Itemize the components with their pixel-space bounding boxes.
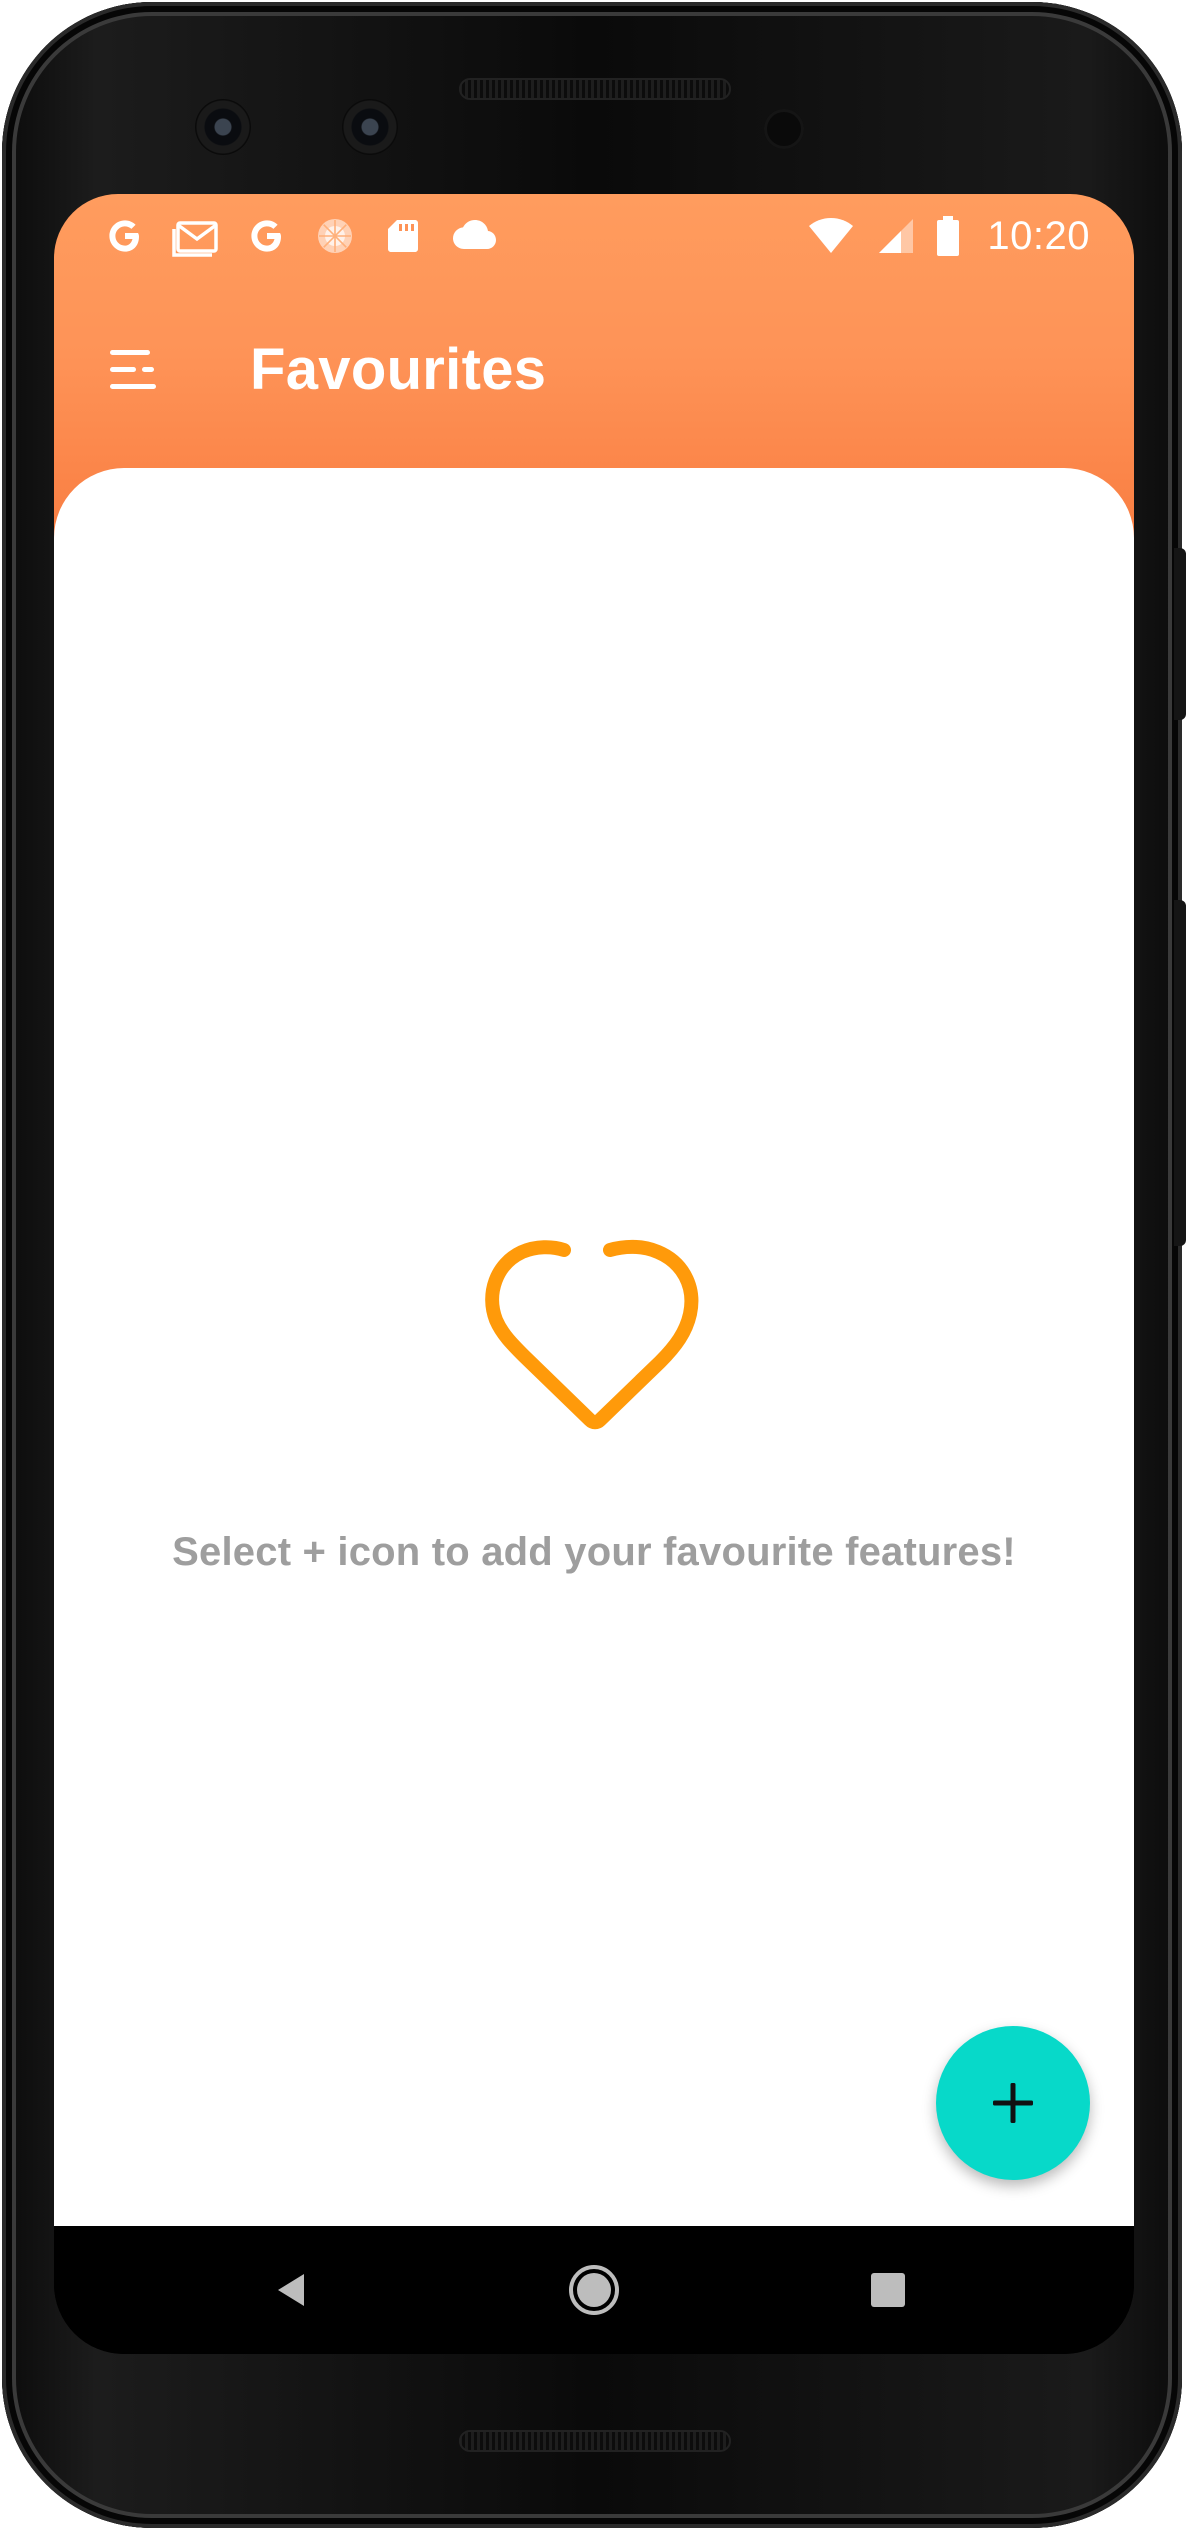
plus-icon	[993, 2083, 1033, 2123]
cell-signal-icon	[879, 219, 914, 253]
home-button[interactable]	[554, 2250, 634, 2330]
google-icon	[251, 220, 281, 252]
page-title: Favourites	[250, 337, 547, 402]
system-navigation-bar	[54, 2226, 1134, 2354]
battery-icon	[937, 216, 960, 256]
cloud-icon	[453, 220, 496, 249]
sync-icon	[318, 219, 352, 253]
gmail-icon	[172, 221, 218, 257]
status-bar: 10:20	[54, 194, 1134, 278]
add-favourite-button[interactable]	[936, 2026, 1090, 2180]
home-icon	[569, 2265, 619, 2315]
status-clock: 10:20	[987, 213, 1090, 258]
bottom-speaker	[459, 2430, 731, 2452]
empty-state-message: Select + icon to add your favourite feat…	[172, 1530, 1016, 1574]
back-icon	[278, 2274, 304, 2306]
top-speaker	[459, 78, 731, 100]
recents-button[interactable]	[848, 2250, 928, 2330]
proximity-sensor	[764, 109, 804, 149]
heart-outline-icon	[485, 1239, 699, 1430]
toolbar: Favourites	[54, 278, 1134, 468]
front-camera-left	[195, 99, 251, 155]
menu-button[interactable]	[94, 330, 174, 410]
menu-icon	[110, 350, 156, 389]
back-button[interactable]	[252, 2250, 332, 2330]
volume-button	[1174, 900, 1186, 1246]
google-icon	[109, 220, 139, 252]
sd-card-icon	[388, 220, 418, 252]
wifi-icon	[809, 218, 854, 253]
system-status-icons: 10:20	[805, 208, 1090, 264]
notification-icons	[104, 208, 498, 264]
recents-icon	[871, 2273, 905, 2307]
power-button	[1174, 548, 1186, 720]
phone-screen: 10:20 Favourites Select + icon to add yo…	[54, 194, 1134, 2354]
front-camera-right	[342, 99, 398, 155]
device-frame-stage: 10:20 Favourites Select + icon to add yo…	[0, 0, 1194, 2532]
